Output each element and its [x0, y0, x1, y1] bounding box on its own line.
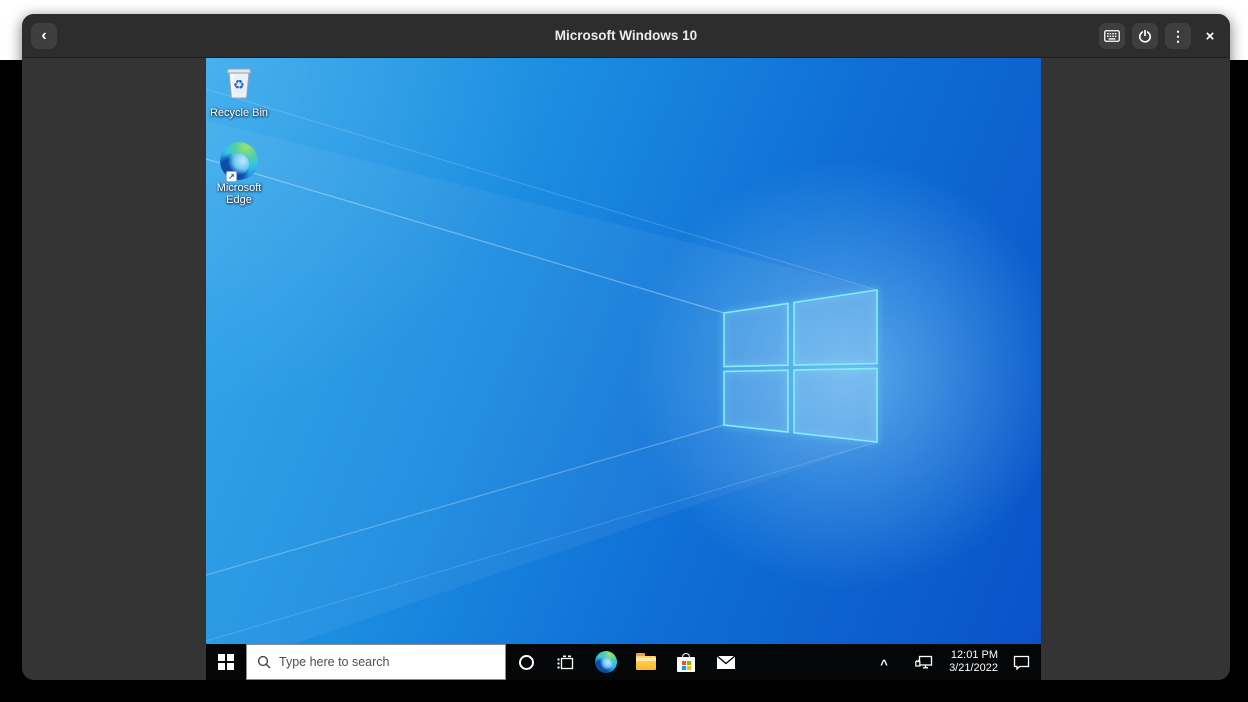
chevron-left-icon: ‹: [41, 27, 46, 45]
mail-button[interactable]: [706, 644, 746, 680]
task-view-icon: [557, 655, 575, 670]
windows-desktop[interactable]: ♻ Recycle Bin ↗ Microsoft Edge: [206, 58, 1041, 644]
taskbar-search[interactable]: [246, 644, 506, 680]
microsoft-store-button[interactable]: [666, 644, 706, 680]
network-tray-button[interactable]: [904, 644, 944, 680]
keyboard-icon: [1104, 30, 1120, 42]
tray-time: 12:01 PM: [951, 649, 998, 662]
tray-overflow-button[interactable]: ^: [864, 644, 904, 680]
vm-screen[interactable]: ♻ Recycle Bin ↗ Microsoft Edge: [206, 58, 1041, 680]
task-view-button[interactable]: [546, 644, 586, 680]
menu-button[interactable]: ⋮: [1165, 23, 1191, 49]
headerbar-actions: ⋮ ×: [1099, 23, 1222, 49]
folder-icon: [636, 656, 656, 671]
svg-text:♻: ♻: [233, 78, 245, 93]
desktop-icon-label: Microsoft Edge: [207, 182, 271, 206]
close-icon: ×: [1206, 28, 1215, 45]
back-button[interactable]: ‹: [31, 23, 57, 49]
search-icon: [257, 655, 271, 669]
windows-taskbar: ^ 12:01 PM 3/21/2022: [206, 644, 1041, 680]
headerbar: ‹ Microsoft Windows 10: [22, 14, 1230, 58]
network-ethernet-icon: [915, 654, 933, 670]
search-input[interactable]: [279, 655, 505, 669]
file-explorer-button[interactable]: [626, 644, 666, 680]
boxes-vm-window: ‹ Microsoft Windows 10: [22, 14, 1230, 680]
close-window-button[interactable]: ×: [1198, 23, 1222, 49]
clock-tray[interactable]: 12:01 PM 3/21/2022: [944, 644, 1002, 680]
windows-logo-icon: [218, 654, 234, 670]
cortana-circle-icon: [519, 655, 534, 670]
action-center-icon: [1013, 655, 1030, 670]
action-center-button[interactable]: [1002, 644, 1041, 680]
edge-taskbar-button[interactable]: [586, 644, 626, 680]
power-icon: [1137, 28, 1153, 44]
desktop-icon-recycle-bin[interactable]: ♻ Recycle Bin: [207, 62, 271, 119]
edge-icon: [595, 651, 617, 673]
window-title: Microsoft Windows 10: [22, 28, 1230, 43]
system-tray: ^ 12:01 PM 3/21/2022: [864, 644, 1041, 680]
cortana-button[interactable]: [506, 644, 546, 680]
store-bag-icon: [677, 653, 695, 672]
wallpaper-light-rays: [206, 58, 1041, 644]
keyboard-shortcuts-button[interactable]: [1099, 23, 1125, 49]
power-button[interactable]: [1132, 23, 1158, 49]
chevron-up-icon: ^: [880, 657, 888, 672]
edge-icon: ↗: [220, 142, 258, 180]
vertical-ellipsis-icon: ⋮: [1171, 29, 1185, 43]
mail-envelope-icon: [716, 655, 736, 670]
recycle-bin-icon: ♻: [221, 62, 257, 100]
shortcut-arrow-icon: ↗: [226, 171, 237, 182]
tray-date: 3/21/2022: [949, 662, 998, 675]
desktop-icon-microsoft-edge[interactable]: ↗ Microsoft Edge: [207, 142, 271, 206]
start-button[interactable]: [206, 644, 246, 680]
desktop-icon-label: Recycle Bin: [207, 107, 271, 119]
